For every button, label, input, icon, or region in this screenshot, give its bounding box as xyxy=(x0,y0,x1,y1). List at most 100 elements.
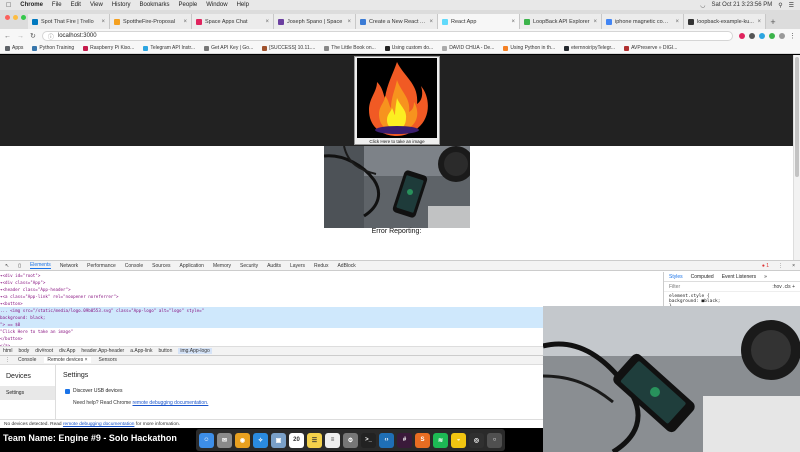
styles-tab[interactable]: Event Listeners xyxy=(722,274,756,280)
obs-icon[interactable]: ◎ xyxy=(469,432,484,448)
devtools-tab[interactable]: Audits xyxy=(267,263,281,269)
take-image-button[interactable]: Click Here to take an image xyxy=(354,56,440,145)
safari-icon[interactable]: ✧ xyxy=(253,432,268,448)
bookmark-item[interactable]: Telegram API Instr... xyxy=(143,45,195,51)
new-tab-button[interactable]: + xyxy=(766,14,780,29)
bookmark-item[interactable]: Apps xyxy=(5,45,23,51)
dom-node-line[interactable]: ▾<header class="App-header"> xyxy=(0,286,663,293)
apple-icon[interactable]:  xyxy=(6,2,11,9)
tab-close-icon[interactable]: × xyxy=(265,19,269,25)
devtools-tab[interactable]: Sources xyxy=(152,263,170,269)
breadcrumb-item[interactable]: div.App xyxy=(59,348,75,354)
devtools-close-icon[interactable]: × xyxy=(792,263,795,269)
calendar-icon[interactable]: 20 xyxy=(289,432,304,448)
discover-usb-label[interactable]: Discover USB devices xyxy=(73,388,122,394)
reminders-icon[interactable]: ≡ xyxy=(325,432,340,448)
drawer-tab[interactable]: Console xyxy=(18,357,36,363)
page-scrollbar[interactable] xyxy=(793,55,800,260)
breadcrumb-item[interactable]: html xyxy=(3,348,12,354)
filter-controls[interactable]: :hov .cls + xyxy=(772,284,795,290)
browser-tab[interactable]: Create a New React A... × xyxy=(356,14,438,29)
zoom-window-button[interactable] xyxy=(21,15,26,20)
tab-close-icon[interactable]: × xyxy=(511,19,515,25)
drawer-tab[interactable]: Remote devices × xyxy=(44,357,91,363)
extension-icon[interactable] xyxy=(749,33,755,39)
checkbox-checked-icon[interactable] xyxy=(65,388,70,394)
extension-icon[interactable] xyxy=(759,33,765,39)
dom-node-line[interactable]: ▾<div id="root"> xyxy=(0,272,663,279)
preview-icon[interactable]: ▣ xyxy=(271,432,286,448)
breadcrumb-item[interactable]: img.App-logo xyxy=(178,348,212,354)
tab-close-icon[interactable]: × xyxy=(675,19,679,25)
forward-icon[interactable]: → xyxy=(17,33,24,40)
close-window-button[interactable] xyxy=(5,15,10,20)
menu-window[interactable]: Window xyxy=(206,2,227,8)
breadcrumb-item[interactable]: a.App-link xyxy=(130,348,152,354)
discover-usb-checkbox[interactable]: Discover USB devices xyxy=(65,388,536,394)
terminal-icon[interactable]: >_ xyxy=(361,432,376,448)
menu-people[interactable]: People xyxy=(179,2,198,8)
devtools-tab[interactable]: Elements xyxy=(29,262,51,269)
slack-icon[interactable]: # xyxy=(397,432,412,448)
browser-tab[interactable]: LoopBack API Explorer × xyxy=(520,14,602,29)
bookmark-item[interactable]: eternnoir/pyTelegr... xyxy=(564,45,615,51)
extension-icon[interactable] xyxy=(769,33,775,39)
menu-help[interactable]: Help xyxy=(237,2,249,8)
breadcrumb-item[interactable]: body xyxy=(18,348,29,354)
info-icon[interactable]: ⓘ xyxy=(48,32,54,41)
url-text[interactable]: localhost:3000 xyxy=(58,33,97,39)
devtools-tab[interactable]: Performance xyxy=(87,263,116,269)
fire-logo-icon[interactable] xyxy=(357,58,437,138)
browser-tab[interactable]: loopback-example-ku... × xyxy=(684,14,766,29)
menu-view[interactable]: View xyxy=(90,2,103,8)
chrome-icon[interactable]: ◉ xyxy=(235,432,250,448)
launchpad-icon[interactable]: ✉ xyxy=(217,432,232,448)
drawer-menu-icon[interactable]: ⋮ xyxy=(5,357,10,363)
opera-icon[interactable] xyxy=(739,33,745,39)
bookmark-item[interactable]: Using custom do... xyxy=(384,45,433,51)
menu-history[interactable]: History xyxy=(112,2,131,8)
finder-icon[interactable]: ☺ xyxy=(199,432,214,448)
back-icon[interactable]: ← xyxy=(4,33,11,40)
browser-tab[interactable]: iphone magnetic comp... × xyxy=(602,14,684,29)
devtools-tab[interactable]: AdBlock xyxy=(337,263,355,269)
styles-tab[interactable]: Computed xyxy=(691,274,714,280)
drawer-tab[interactable]: Sensors xyxy=(99,357,117,363)
styles-tab[interactable]: Styles xyxy=(669,274,683,280)
bookmark-item[interactable]: Get API Key | Go... xyxy=(204,45,253,51)
bookmark-item[interactable]: Python Training xyxy=(32,45,74,51)
cyberduck-icon[interactable]: ◒ xyxy=(451,432,466,448)
tab-close-icon[interactable]: × xyxy=(757,19,761,25)
bookmark-item[interactable]: Raspberry Pi Kiso... xyxy=(83,45,134,51)
bookmark-item[interactable]: [SUCCESS] 10.11.... xyxy=(262,45,315,51)
devtools-tab[interactable]: Memory xyxy=(213,263,231,269)
filter-input[interactable]: Filter xyxy=(669,284,680,290)
omnibox[interactable]: ⓘ localhost:3000 xyxy=(41,31,733,41)
devtools-tab[interactable]: Application xyxy=(179,263,203,269)
browser-tab[interactable]: Joseph Spano | Space × xyxy=(274,14,356,29)
browser-tab[interactable]: React App × xyxy=(438,14,520,29)
menu-file[interactable]: File xyxy=(52,2,62,8)
devtools-tab[interactable]: Redux xyxy=(314,263,328,269)
devtools-tab[interactable]: Network xyxy=(60,263,78,269)
menu-bookmarks[interactable]: Bookmarks xyxy=(140,2,170,8)
menu-list-icon[interactable]: ☰ xyxy=(789,2,794,9)
system-prefs-icon[interactable]: ⚙ xyxy=(343,432,358,448)
dom-node-line[interactable]: ▾<a class="App-link" rel="noopener noref… xyxy=(0,293,663,300)
scroll-thumb[interactable] xyxy=(795,57,799,177)
tab-close-icon[interactable]: × xyxy=(593,19,597,25)
breadcrumb-item[interactable]: button xyxy=(158,348,172,354)
bookmark-item[interactable]: The Little Book on... xyxy=(324,45,376,51)
styles-tab[interactable]: » xyxy=(764,274,767,280)
browser-tab[interactable]: Space Apps Chat × xyxy=(192,14,274,29)
wifi-icon[interactable]: ◡ xyxy=(700,2,705,9)
bookmark-item[interactable]: Using Python in th... xyxy=(503,45,555,51)
extension-icon[interactable] xyxy=(779,33,785,39)
reload-icon[interactable]: ↻ xyxy=(30,32,36,40)
logo-caption[interactable]: Click Here to take an image xyxy=(355,139,439,144)
tab-close-icon[interactable]: × xyxy=(183,19,187,25)
breadcrumb-item[interactable]: div#root xyxy=(35,348,53,354)
spotify-icon[interactable]: ≋ xyxy=(433,432,448,448)
settings-item[interactable]: Settings xyxy=(0,386,55,400)
help-link[interactable]: remote debugging documentation. xyxy=(132,400,208,406)
